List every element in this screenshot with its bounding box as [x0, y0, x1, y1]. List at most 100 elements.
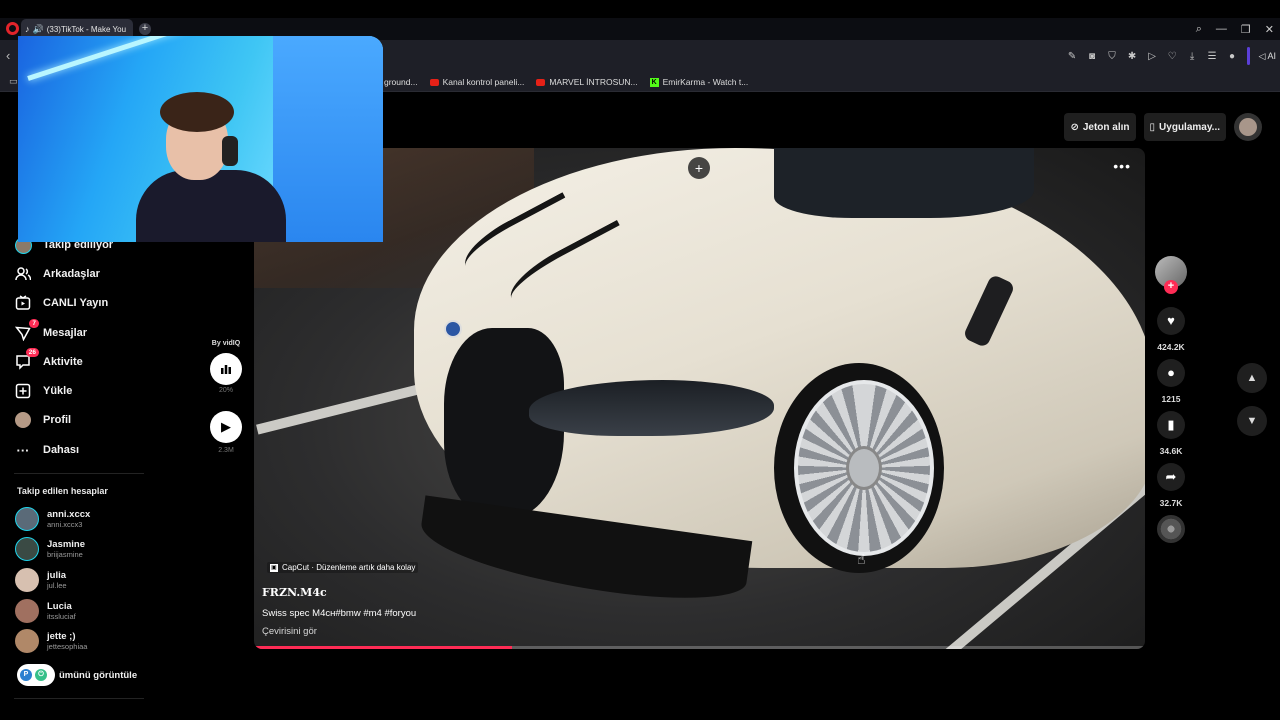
video-author[interactable]: FRZN.M4c [262, 586, 327, 599]
like-button[interactable]: ♥ [1157, 307, 1185, 335]
followed-account[interactable]: Lucia itssluciaf [15, 598, 76, 624]
youtube-icon [536, 78, 546, 86]
webcam-person [136, 92, 286, 242]
top-actions: ⊘ Jeton alın ▯ Uygulamay... [1064, 113, 1262, 141]
video-player[interactable]: + ••• ▣ CapCut · Düzenleme artık daha ko… [254, 148, 1145, 649]
shield-icon[interactable]: ⛉ [1107, 51, 1118, 62]
vidiq-play-button[interactable]: ▶ [210, 411, 242, 443]
search-icon[interactable]: ⌕ [1196, 23, 1202, 36]
comment-button[interactable]: ● [1157, 359, 1185, 387]
speaker-icon[interactable]: 🔊 [33, 24, 44, 35]
see-translation-link[interactable]: Çevirisini gör [262, 626, 317, 637]
ai-label: AI [1267, 50, 1276, 61]
bookmark-item[interactable]: MARVEL İNTROSUN... [536, 77, 638, 87]
more-options-icon[interactable]: ••• [1113, 158, 1131, 174]
music-disc-icon[interactable] [1157, 515, 1185, 543]
car-headlight [529, 380, 774, 436]
follow-button[interactable]: + [1164, 280, 1178, 294]
like-count: 424.2K [1157, 342, 1185, 352]
activity-badge: 26 [25, 348, 39, 357]
browser-toolbar: ✎ ◙ ⛉ ✱ ▷ ♡ ⤓ ☰ ● ◁ AI [1067, 40, 1276, 72]
sidebar-accent [1246, 47, 1250, 65]
nav-messages[interactable]: 7 Mesajlar [14, 319, 87, 344]
capcut-icon: ▣ [270, 563, 278, 572]
nav-more[interactable]: ··· Dahası [14, 439, 80, 461]
save-button[interactable]: ▮ [1157, 411, 1185, 439]
account-avatar [15, 507, 39, 531]
see-all-link[interactable]: P ⏻ ümünü görüntüle [17, 664, 137, 686]
coin-icon: ⊘ [1070, 121, 1079, 133]
download-icon[interactable]: ⤓ [1187, 51, 1198, 62]
bookmark-item[interactable]: ground... [384, 77, 418, 87]
back-icon[interactable]: ‹ [6, 48, 10, 63]
video-caption: Swiss spec M4ᴄʜ#bmw #m4 #foryou [262, 608, 417, 619]
aria-ai-button[interactable]: ◁ AI [1259, 51, 1276, 62]
get-app-button[interactable]: ▯ Uygulamay... [1143, 113, 1226, 141]
bookmark-item[interactable]: K EmirKarma - Watch t... [649, 77, 749, 87]
edit-icon[interactable]: ✎ [1067, 51, 1078, 62]
followed-account[interactable]: julia jul.lee [15, 567, 67, 593]
upload-icon [14, 382, 32, 400]
account-avatar [15, 537, 39, 561]
camera-icon[interactable]: ◙ [1087, 51, 1098, 62]
vidiq-by-label: By vidIQ [211, 340, 241, 347]
nav-friends[interactable]: Arkadaşlar [14, 263, 100, 285]
share-button[interactable]: ➦ [1157, 463, 1185, 491]
sidebar-divider [14, 698, 144, 699]
nav-activity[interactable]: 26 Aktivite [14, 348, 83, 373]
account-handle: jul.lee [47, 581, 67, 590]
restore-button[interactable]: ❐ [1241, 23, 1251, 36]
player-icon[interactable]: ▷ [1147, 51, 1158, 62]
nav-live[interactable]: CANLI Yayın [14, 292, 108, 314]
tab-title: (33)TikTok - Make You [46, 24, 127, 34]
car-windshield [774, 148, 1034, 218]
account-name: anni.xccx [47, 509, 91, 520]
heart-icon[interactable]: ♡ [1167, 51, 1178, 62]
profile-avatar-icon [14, 411, 32, 429]
sidebar-divider [14, 473, 144, 474]
next-video-button[interactable]: ▼ [1237, 406, 1267, 436]
get-coins-label: Jeton alın [1082, 121, 1130, 133]
nav-label: Yükle [43, 385, 73, 397]
vidiq-stats-button[interactable] [210, 353, 242, 385]
vidiq-widget: By vidIQ 20% [205, 340, 247, 394]
close-button[interactable]: ✕ [1265, 23, 1274, 36]
folder-icon[interactable]: ▭ [9, 76, 18, 87]
capcut-tag[interactable]: ▣ CapCut · Düzenleme artık daha kolay [267, 562, 419, 573]
new-tab-button[interactable]: + [139, 23, 151, 35]
bookmark-item[interactable]: Kanal kontrol paneli... [429, 77, 524, 87]
video-progress-bar[interactable] [254, 646, 1145, 649]
followed-account[interactable]: jette ;) jettesophiaa [15, 628, 87, 654]
extension-pill[interactable]: P ⏻ [17, 664, 55, 686]
followed-account[interactable]: Jasmine briijasmine [15, 536, 85, 562]
bookmark-label: EmirKarma - Watch t... [662, 77, 749, 87]
account-avatar [15, 599, 39, 623]
get-coins-button[interactable]: ⊘ Jeton alın [1064, 113, 1136, 141]
followed-account[interactable]: anni.xccx anni.xccx3 [15, 506, 90, 532]
menu-icon[interactable]: ☰ [1207, 51, 1218, 62]
car-hub [846, 446, 882, 490]
more-icon: ··· [16, 442, 30, 458]
previous-video-button[interactable]: ▲ [1237, 363, 1267, 393]
nav-label: Profil [43, 414, 72, 426]
power-icon: ⏻ [35, 669, 47, 681]
followed-accounts-title: Takip edilen hesaplar [17, 486, 108, 496]
account-name: jette ;) [47, 631, 76, 642]
user-avatar[interactable] [1234, 113, 1262, 141]
vidiq-percent: 20% [218, 387, 233, 394]
friends-icon [14, 265, 32, 283]
account-icon[interactable]: ● [1227, 51, 1238, 62]
capcut-label: CapCut · Düzenleme artık daha kolay [282, 563, 416, 572]
nav-upload[interactable]: Yükle [14, 380, 72, 402]
extensions-icon[interactable]: ✱ [1127, 51, 1138, 62]
bmw-logo-icon [444, 320, 462, 338]
bookmark-label: MARVEL İNTROSUN... [549, 77, 638, 87]
opera-logo-icon[interactable] [6, 22, 19, 35]
video-add-icon[interactable]: + [688, 157, 710, 179]
minimize-button[interactable]: — [1216, 23, 1227, 35]
nav-profile[interactable]: Profil [14, 409, 71, 431]
share-count: 32.7K [1159, 498, 1183, 508]
comment-count: 1215 [1161, 394, 1181, 404]
hand-cursor-icon: ☝ [857, 551, 866, 567]
bookmark-list: ground... Kanal kontrol paneli... MARVEL… [384, 72, 748, 92]
